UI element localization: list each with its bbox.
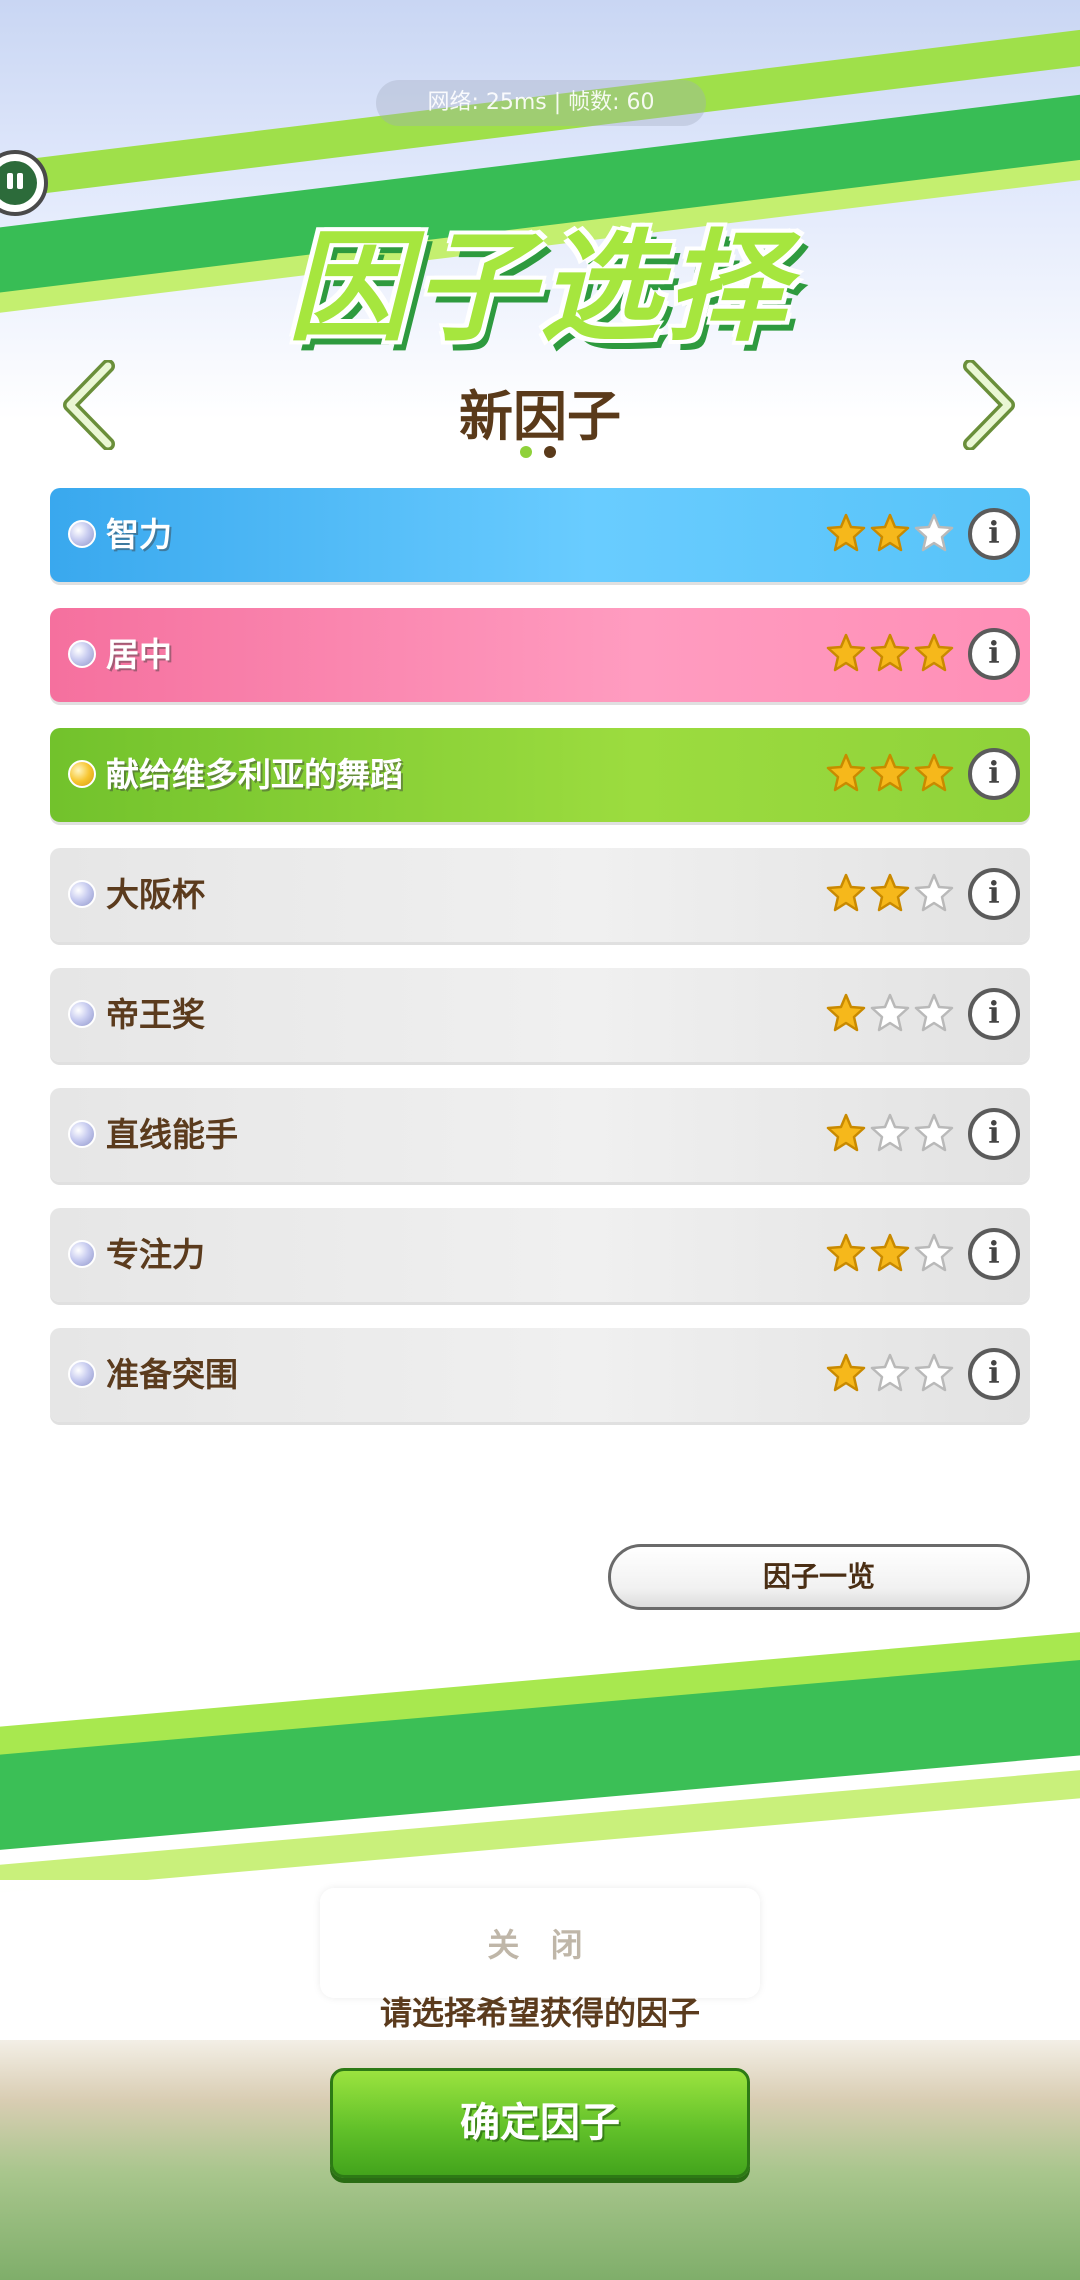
factor-row[interactable]: 专注力 i — [50, 1208, 1030, 1302]
confirm-factor-button[interactable]: 确定因子 — [330, 2068, 750, 2178]
star-rating — [826, 1113, 954, 1153]
cancel-button[interactable]: 关 闭 — [320, 1920, 760, 1966]
gem-icon — [68, 1000, 96, 1028]
star-filled-icon — [826, 1113, 866, 1153]
star-filled-icon — [914, 753, 954, 793]
star-empty-icon — [914, 1353, 954, 1393]
factor-name: 居中 — [106, 635, 172, 674]
info-icon[interactable]: i — [968, 508, 1020, 560]
gem-icon — [68, 1360, 96, 1388]
star-empty-icon — [914, 513, 954, 553]
star-filled-icon — [870, 633, 910, 673]
info-icon[interactable]: i — [968, 748, 1020, 800]
factor-list: 智力 i 居中 i 献给维多利亚的舞蹈 i 大阪杯 i 帝王奖 i 直线能手 i 专注力 i … — [50, 488, 1030, 1448]
factor-row[interactable]: 准备突围 i — [50, 1328, 1030, 1422]
page-indicator — [520, 446, 556, 458]
star-empty-icon — [914, 993, 954, 1033]
chevron-right-icon — [963, 360, 1015, 450]
info-icon[interactable]: i — [968, 988, 1020, 1040]
factor-name: 专注力 — [106, 1235, 205, 1274]
star-filled-icon — [870, 513, 910, 553]
star-rating — [826, 513, 954, 553]
factor-row[interactable]: 智力 i — [50, 488, 1030, 582]
star-filled-icon — [826, 513, 866, 553]
star-filled-icon — [826, 753, 866, 793]
factor-name: 献给维多利亚的舞蹈 — [106, 755, 403, 794]
gem-icon — [68, 640, 96, 668]
status-indicator: 网络: 25ms | 帧数: 60 — [376, 80, 706, 126]
info-icon[interactable]: i — [968, 1348, 1020, 1400]
star-filled-icon — [870, 753, 910, 793]
next-page-button[interactable] — [958, 360, 1018, 450]
factor-name: 大阪杯 — [106, 875, 205, 914]
star-filled-icon — [914, 633, 954, 673]
gem-icon — [68, 880, 96, 908]
info-icon[interactable]: i — [968, 1108, 1020, 1160]
star-rating — [826, 873, 954, 913]
factor-name: 帝王奖 — [106, 995, 205, 1034]
star-filled-icon — [826, 873, 866, 913]
factor-row[interactable]: 大阪杯 i — [50, 848, 1030, 942]
star-empty-icon — [870, 993, 910, 1033]
star-filled-icon — [870, 1233, 910, 1273]
star-filled-icon — [826, 1353, 866, 1393]
gem-icon — [68, 760, 96, 788]
star-empty-icon — [914, 873, 954, 913]
star-rating — [826, 993, 954, 1033]
star-rating — [826, 1353, 954, 1393]
factor-row[interactable]: 献给维多利亚的舞蹈 i — [50, 728, 1030, 822]
factor-row[interactable]: 居中 i — [50, 608, 1030, 702]
gem-icon — [68, 520, 96, 548]
factor-row[interactable]: 直线能手 i — [50, 1088, 1030, 1182]
star-filled-icon — [870, 873, 910, 913]
page-subtitle: 新因子 — [459, 385, 621, 448]
star-filled-icon — [826, 1233, 866, 1273]
star-filled-icon — [826, 993, 866, 1033]
star-rating — [826, 753, 954, 793]
gem-icon — [68, 1120, 96, 1148]
page-title: 因子选择 — [288, 219, 792, 358]
info-icon[interactable]: i — [968, 868, 1020, 920]
star-filled-icon — [826, 633, 866, 673]
factor-name: 准备突围 — [106, 1355, 238, 1394]
hint-text: 请选择希望获得的因子 — [379, 1994, 700, 2032]
factor-name: 智力 — [106, 515, 172, 554]
page-dot — [544, 446, 556, 458]
gem-icon — [68, 1240, 96, 1268]
info-icon[interactable]: i — [968, 628, 1020, 680]
star-rating — [826, 1233, 954, 1273]
factor-list-button[interactable]: 因子一览 — [608, 1544, 1030, 1610]
star-empty-icon — [870, 1113, 910, 1153]
star-empty-icon — [914, 1113, 954, 1153]
info-icon[interactable]: i — [968, 1228, 1020, 1280]
factor-name: 直线能手 — [106, 1115, 238, 1154]
star-rating — [826, 633, 954, 673]
star-empty-icon — [870, 1353, 910, 1393]
star-empty-icon — [914, 1233, 954, 1273]
page-dot-active — [520, 446, 532, 458]
factor-row[interactable]: 帝王奖 i — [50, 968, 1030, 1062]
